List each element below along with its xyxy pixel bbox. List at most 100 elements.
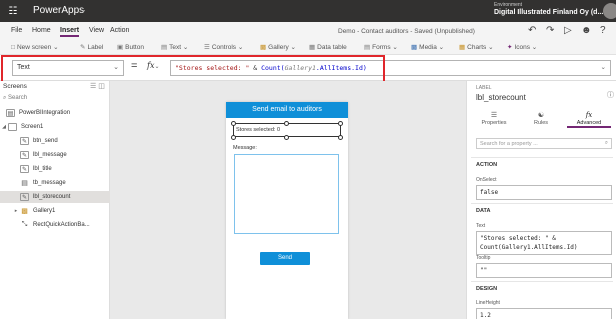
message-label[interactable]: Message: bbox=[233, 145, 257, 151]
help-icon[interactable]: ⓘ bbox=[607, 90, 614, 100]
tree-item-rectquickactionbar[interactable]: ⤡ RectQuickActionBa... bbox=[0, 219, 110, 231]
button-button[interactable]: ▣ Button bbox=[117, 43, 144, 51]
app-name[interactable]: PowerApps bbox=[33, 5, 84, 16]
chevron-down-icon: ⌄ bbox=[113, 64, 119, 71]
app-screen-preview[interactable]: Send email to auditors Stores selected: … bbox=[226, 102, 348, 319]
gallery-icon: ▩ bbox=[260, 44, 267, 51]
tooltip-field[interactable]: "" bbox=[476, 263, 612, 278]
property-search-input[interactable]: Search for a property ... ⌕ bbox=[476, 138, 612, 149]
formula-bar: Text ⌄ = fx⌄ "Stores selected: " & Count… bbox=[0, 55, 616, 81]
label-icon: ✎ bbox=[80, 44, 86, 51]
insert-ribbon: □ New screen ⌄ ✎ Label ▣ Button ▤ Text ⌄ ☰ Co… bbox=[0, 40, 616, 55]
avatar[interactable] bbox=[603, 3, 616, 19]
tree-item-gallery1[interactable]: ▸ ▩ Gallery1 bbox=[0, 205, 110, 217]
property-dropdown[interactable]: Text ⌄ bbox=[12, 60, 124, 76]
menu-insert[interactable]: Insert bbox=[60, 27, 80, 37]
share-user-icon[interactable]: ☻ bbox=[581, 25, 592, 36]
controls-icon: ☰ bbox=[204, 44, 210, 51]
text-property-label: Text bbox=[476, 223, 486, 229]
forms-icon: ▤ bbox=[364, 44, 371, 51]
resize-handle[interactable] bbox=[338, 121, 343, 126]
tree-item-tb-message[interactable]: ▤ tb_message bbox=[0, 177, 110, 189]
rectangle-icon: ⤡ bbox=[21, 221, 28, 228]
gallery-button[interactable]: ▩ Gallery ⌄ bbox=[260, 43, 296, 51]
new-screen-icon: □ bbox=[11, 44, 15, 51]
environment-label: Environment bbox=[494, 2, 523, 8]
undo-icon[interactable]: ↶ bbox=[528, 25, 536, 36]
resize-handle[interactable] bbox=[338, 135, 343, 140]
divider bbox=[471, 203, 613, 204]
tab-properties[interactable]: ☰ Properties bbox=[472, 111, 516, 126]
chevron-down-icon[interactable]: ⌄ bbox=[80, 5, 87, 14]
screen-title-label[interactable]: Send email to auditors bbox=[226, 102, 348, 118]
textbox-icon: ▤ bbox=[21, 180, 28, 187]
message-textbox[interactable] bbox=[234, 154, 339, 234]
button-icon: ✎ bbox=[20, 137, 29, 145]
app-header: ☷ PowerApps ⌄ Environment Digital Illust… bbox=[0, 0, 616, 22]
new-screen-button[interactable]: □ New screen ⌄ bbox=[11, 43, 59, 51]
action-section-header: ACTION bbox=[476, 162, 498, 168]
label-icon: ✎ bbox=[20, 193, 29, 201]
help-icon[interactable]: ? bbox=[600, 25, 606, 36]
play-icon[interactable]: ▷ bbox=[564, 25, 572, 36]
waffle-icon[interactable]: ☷ bbox=[0, 0, 26, 22]
onselect-field[interactable]: false bbox=[476, 185, 612, 200]
tree-view-toggle-icon[interactable]: ☰ ◫ bbox=[90, 82, 105, 90]
lineheight-field[interactable]: 1.2 bbox=[476, 308, 612, 319]
data-table-button[interactable]: ▦ Data table bbox=[309, 43, 347, 51]
onselect-label: OnSelect bbox=[476, 177, 497, 183]
resize-handle[interactable] bbox=[231, 121, 236, 126]
save-status: Demo - Contact auditors - Saved (Unpubli… bbox=[338, 28, 475, 35]
tree-item-lbl-message[interactable]: ✎ lbl_message bbox=[0, 149, 110, 161]
properties-panel: LABEL lbl_storecount ⓘ ☰ Properties ☯ Rule… bbox=[466, 81, 616, 319]
label-icon: ✎ bbox=[20, 151, 29, 159]
redo-icon[interactable]: ↷ bbox=[546, 25, 554, 36]
tree-item-powerbiintegration[interactable]: ▤ PowerBIIntegration bbox=[0, 107, 110, 119]
label-icon: ✎ bbox=[20, 165, 29, 173]
tree-item-lbl-title[interactable]: ✎ lbl_title bbox=[0, 163, 110, 175]
charts-button[interactable]: ▦ Charts ⌄ bbox=[459, 43, 494, 51]
gallery-icon: ▩ bbox=[21, 208, 28, 215]
formula-input[interactable]: "Stores selected: " & Count(Gallery1.All… bbox=[170, 60, 611, 76]
menu-action[interactable]: Action bbox=[110, 27, 129, 34]
collapse-arrow-icon[interactable]: ◢ bbox=[0, 124, 8, 130]
charts-icon: ▦ bbox=[459, 44, 466, 51]
divider bbox=[471, 281, 613, 282]
expand-formula-icon[interactable]: ⌄ bbox=[601, 63, 606, 71]
screen-icon bbox=[8, 123, 17, 131]
fx-icon: fx bbox=[585, 111, 593, 119]
resize-handle[interactable] bbox=[231, 135, 236, 140]
powerbi-icon: ▤ bbox=[6, 109, 15, 117]
tree-item-screen1[interactable]: ◢ Screen1 bbox=[0, 121, 110, 133]
menu-home[interactable]: Home bbox=[32, 27, 51, 34]
icons-button[interactable]: ✦ Icons ⌄ bbox=[507, 43, 537, 51]
tab-advanced[interactable]: fx Advanced bbox=[567, 111, 611, 128]
icons-icon: ✦ bbox=[507, 44, 513, 51]
text-button[interactable]: ▤ Text ⌄ bbox=[161, 43, 188, 51]
send-button[interactable]: Send bbox=[260, 252, 310, 265]
forms-button[interactable]: ▤ Forms ⌄ bbox=[364, 43, 398, 51]
divider bbox=[471, 157, 613, 158]
resize-handle[interactable] bbox=[284, 135, 289, 140]
label-button[interactable]: ✎ Label bbox=[80, 43, 103, 51]
menu-view[interactable]: View bbox=[89, 27, 104, 34]
fx-button[interactable]: fx⌄ bbox=[147, 61, 160, 70]
tree-item-btn-send[interactable]: ✎ btn_send bbox=[0, 135, 110, 147]
tree-item-lbl-storecount[interactable]: ✎ lbl_storecount bbox=[0, 191, 110, 203]
environment-name[interactable]: Digital Illustrated Finland Oy (d... bbox=[494, 9, 603, 16]
resize-handle[interactable] bbox=[284, 121, 289, 126]
menu-file[interactable]: File bbox=[11, 27, 22, 34]
data-section-header: DATA bbox=[476, 208, 491, 214]
tooltip-label: Tooltip bbox=[476, 255, 491, 261]
tree-search-input[interactable]: ⌕ Search bbox=[3, 95, 107, 106]
controls-button[interactable]: ☰ Controls ⌄ bbox=[204, 43, 243, 51]
menu-bar: File Home Insert View Action Demo - Cont… bbox=[0, 22, 616, 40]
expand-arrow-icon[interactable]: ▸ bbox=[12, 208, 20, 214]
tab-rules[interactable]: ☯ Rules bbox=[519, 111, 563, 126]
properties-icon: ☰ bbox=[490, 112, 498, 119]
control-name: lbl_storecount bbox=[476, 93, 526, 102]
design-section-header: DESIGN bbox=[476, 286, 498, 292]
button-icon: ▣ bbox=[117, 44, 124, 51]
text-property-field[interactable]: "Stores selected: " & Count(Gallery1.All… bbox=[476, 231, 612, 255]
media-button[interactable]: ▩ Media ⌄ bbox=[411, 43, 444, 51]
